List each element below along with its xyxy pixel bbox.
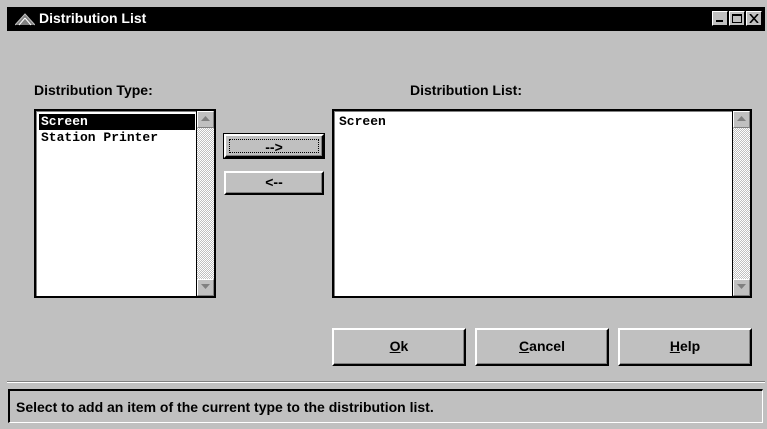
cancel-button-label: Cancel bbox=[519, 338, 565, 354]
distribution-type-scrollbar[interactable] bbox=[196, 111, 214, 296]
distribution-list-label: Distribution List: bbox=[410, 82, 522, 98]
scroll-up-button[interactable] bbox=[197, 111, 214, 128]
ok-button[interactable]: Ok bbox=[332, 328, 466, 366]
maximize-button[interactable] bbox=[729, 11, 745, 26]
distribution-list-listbox[interactable]: Screen bbox=[332, 109, 752, 298]
list-item[interactable]: Screen bbox=[337, 114, 731, 130]
close-button[interactable] bbox=[746, 11, 762, 26]
status-bar: Select to add an item of the current typ… bbox=[8, 389, 763, 423]
minimize-button[interactable] bbox=[712, 11, 728, 26]
add-to-list-button-label: --> bbox=[229, 139, 319, 154]
distribution-list-scrollbar[interactable] bbox=[732, 111, 750, 296]
scroll-down-button[interactable] bbox=[197, 279, 214, 296]
distribution-type-label: Distribution Type: bbox=[34, 82, 153, 98]
distribution-list-window: Distribution List Distribution Type: Dis… bbox=[0, 0, 767, 429]
arrow-up-icon bbox=[737, 116, 746, 121]
distribution-type-listbox[interactable]: Screen Station Printer bbox=[34, 109, 216, 298]
close-icon bbox=[749, 14, 759, 23]
scroll-down-button[interactable] bbox=[733, 279, 750, 296]
list-item[interactable]: Station Printer bbox=[39, 130, 195, 146]
arrow-down-icon bbox=[201, 284, 210, 289]
distribution-list-app-icon bbox=[14, 13, 36, 26]
scroll-up-button[interactable] bbox=[733, 111, 750, 128]
window-title: Distribution List bbox=[39, 10, 147, 26]
help-button[interactable]: Help bbox=[618, 328, 752, 366]
title-bar[interactable]: Distribution List bbox=[7, 7, 765, 31]
maximize-icon bbox=[732, 14, 742, 23]
arrow-down-icon bbox=[737, 284, 746, 289]
minimize-icon bbox=[716, 20, 723, 22]
ok-button-label: Ok bbox=[389, 338, 409, 354]
cancel-button[interactable]: Cancel bbox=[475, 328, 609, 366]
remove-from-list-button[interactable]: <-- bbox=[224, 171, 324, 195]
separator bbox=[7, 381, 765, 383]
help-button-label: Help bbox=[669, 338, 701, 354]
arrow-up-icon bbox=[201, 116, 210, 121]
add-to-list-button[interactable]: --> bbox=[223, 133, 325, 159]
status-text: Select to add an item of the current typ… bbox=[16, 399, 434, 415]
list-item[interactable]: Screen bbox=[39, 114, 195, 130]
